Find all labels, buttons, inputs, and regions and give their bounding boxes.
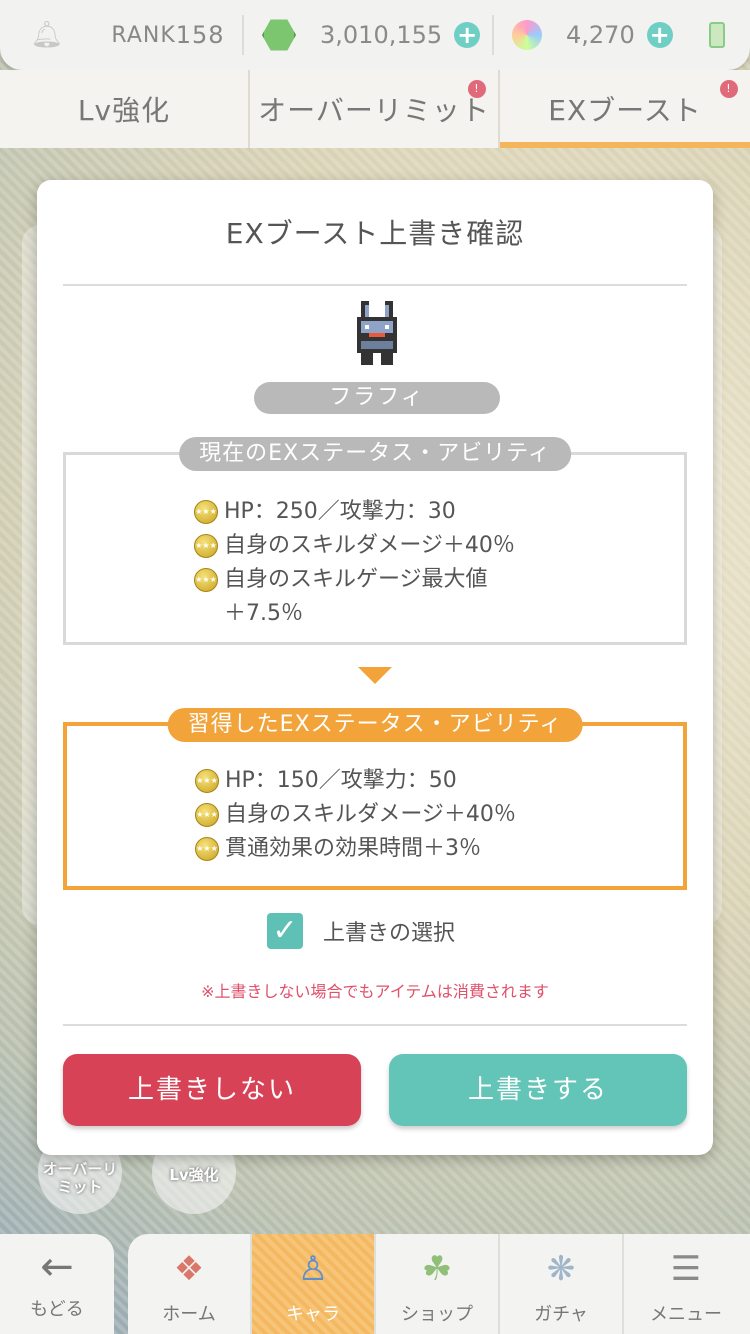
stat-text: 貫通効果の効果時間＋3％: [225, 836, 481, 861]
tab-label: EXブースト: [548, 94, 702, 127]
list-item: ★★★ HP：150／攻撃力：50: [195, 764, 516, 798]
status-bar: 🔔︎ RANK 158 3,010,155 + 4,270 +: [0, 0, 750, 70]
gacha-icon: ❋: [546, 1249, 576, 1289]
star-coin-icon: ★★★: [194, 568, 218, 592]
shop-icon: ☘: [421, 1249, 453, 1289]
dont-overwrite-button[interactable]: 上書きしない: [63, 1054, 361, 1126]
gem-counter: 3,010,155 +: [244, 15, 494, 55]
tab-label: Lv強化: [77, 94, 171, 127]
list-item: ★★★ 貫通効果の効果時間＋3％: [195, 832, 516, 866]
stat-text: 自身のスキルゲージ最大値＋7.5％: [224, 567, 488, 626]
stamina-indicator: [684, 0, 750, 70]
overwrite-confirm-dialog: EXブースト上書き確認 フラフィ 現在のEXステータス・アビリティ ★★★ HP…: [37, 180, 713, 1155]
star-coin-icon: ★★★: [195, 769, 219, 793]
character-name: フラフィ: [254, 382, 500, 414]
current-stats-list: ★★★ HP：250／攻撃力：30 ★★★ 自身のスキルダメージ＋40％ ★★★…: [194, 495, 515, 631]
nav-menu[interactable]: ☰ メニュー: [624, 1234, 748, 1334]
nav-label: ショップ: [401, 1304, 473, 1325]
rank-prefix: RANK: [111, 22, 176, 48]
tab-ex-boost[interactable]: EXブースト !: [500, 70, 750, 148]
nav-shop[interactable]: ☘ ショップ: [376, 1234, 500, 1334]
learned-ex-status-label: 習得したEXステータス・アビリティ: [167, 708, 583, 742]
list-item: ★★★ HP：250／攻撃力：30: [194, 495, 515, 529]
orb-icon: [512, 20, 542, 50]
gem-count: 3,010,155: [320, 21, 443, 49]
star-coin-icon: ★★★: [194, 534, 218, 558]
tab-label: オーバーリミット: [258, 94, 490, 127]
tab-lv-upgrade[interactable]: Lv強化: [0, 70, 250, 148]
home-icon: ❖: [173, 1249, 205, 1289]
nav-label: メニュー: [650, 1304, 722, 1325]
nav-character[interactable]: ♙ キャラ: [252, 1234, 376, 1334]
upgrade-tabs: Lv強化 オーバーリミット ! EXブースト !: [0, 70, 750, 148]
current-ex-status-label: 現在のEXステータス・アビリティ: [179, 437, 571, 471]
list-item: ★★★ 自身のスキルダメージ＋40％: [195, 798, 516, 832]
orb-counter: 4,270 +: [494, 15, 684, 55]
stat-text: HP：250／攻撃力：30: [224, 499, 456, 524]
learned-stats-list: ★★★ HP：150／攻撃力：50 ★★★ 自身のスキルダメージ＋40％ ★★★…: [195, 764, 516, 866]
gem-icon: [262, 19, 296, 51]
down-arrow-icon: [358, 667, 392, 684]
learned-ex-status-box: 習得したEXステータス・アビリティ ★★★ HP：150／攻撃力：50 ★★★ …: [63, 708, 687, 890]
list-item: ★★★ 自身のスキルゲージ最大値＋7.5％: [194, 563, 515, 631]
nav-label: ホーム: [162, 1304, 216, 1325]
orb-count: 4,270: [566, 21, 635, 49]
back-label: もどる: [30, 1299, 84, 1320]
add-orbs-button[interactable]: +: [646, 22, 673, 48]
list-item: ★★★ 自身のスキルダメージ＋40％: [194, 529, 515, 563]
back-arrow-icon: ←: [40, 1244, 74, 1290]
character-icon: ♙: [297, 1249, 329, 1289]
add-gems-button[interactable]: +: [454, 22, 481, 48]
notification-bell[interactable]: 🔔︎: [0, 0, 94, 70]
rank-value: 158: [175, 21, 225, 49]
warning-text: ※上書きしない場合でもアイテムは消費されます: [201, 982, 549, 1001]
battery-icon: [709, 22, 725, 48]
star-coin-icon: ★★★: [195, 803, 219, 827]
menu-icon: ☰: [670, 1249, 702, 1289]
nav-home[interactable]: ❖ ホーム: [128, 1234, 252, 1334]
checkbox-label: 上書きの選択: [323, 921, 456, 946]
nav-label: ガチャ: [534, 1304, 588, 1325]
divider: [63, 284, 687, 286]
player-rank: RANK 158: [94, 15, 244, 55]
star-coin-icon: ★★★: [194, 500, 218, 524]
overwrite-button[interactable]: 上書きする: [389, 1054, 687, 1126]
stat-text: 自身のスキルダメージ＋40％: [224, 533, 515, 558]
tab-overlimit[interactable]: オーバーリミット !: [250, 70, 500, 148]
bottom-nav: ❖ ホーム ♙ キャラ ☘ ショップ ❋ ガチャ ☰ メニュー: [128, 1234, 750, 1334]
dialog-title: EXブースト上書き確認: [225, 217, 525, 250]
notification-badge: !: [468, 80, 486, 98]
current-ex-status-box: 現在のEXステータス・アビリティ ★★★ HP：250／攻撃力：30 ★★★ 自…: [63, 437, 687, 645]
notification-badge: !: [720, 80, 738, 98]
overwrite-checkbox[interactable]: ✓: [267, 913, 303, 949]
nav-label: キャラ: [286, 1304, 340, 1325]
nav-gacha[interactable]: ❋ ガチャ: [500, 1234, 624, 1334]
stat-text: HP：150／攻撃力：50: [225, 768, 457, 793]
back-button[interactable]: ← もどる: [0, 1234, 114, 1334]
overwrite-option[interactable]: ✓ 上書きの選択: [267, 913, 455, 949]
stat-text: 自身のスキルダメージ＋40％: [225, 802, 516, 827]
bell-icon: 🔔︎: [30, 20, 64, 50]
star-coin-icon: ★★★: [195, 837, 219, 861]
character-sprite: [357, 301, 397, 365]
divider: [63, 1024, 687, 1026]
